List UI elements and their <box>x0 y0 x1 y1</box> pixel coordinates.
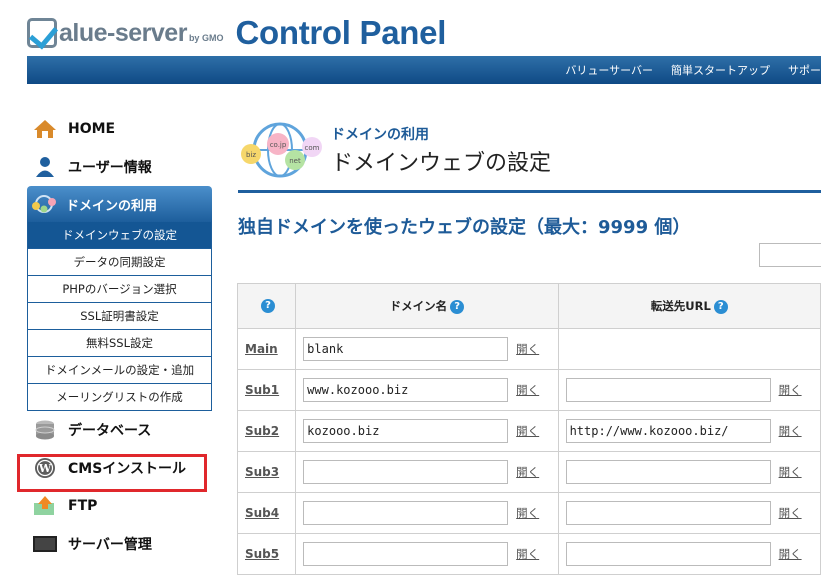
url-cell-empty <box>557 328 821 370</box>
row-name-link[interactable]: Sub4 <box>236 492 297 534</box>
user-icon <box>32 156 58 178</box>
house-icon <box>32 118 58 140</box>
icon-label-net: net <box>289 157 301 165</box>
domain-input[interactable] <box>303 337 509 361</box>
open-link[interactable]: 開く <box>779 382 802 398</box>
subnav-domain-web[interactable]: ドメインウェブの設定 <box>28 222 211 248</box>
sidebar-item-label: FTP <box>68 498 98 514</box>
sidebar-item-label: ユーザー情報 <box>68 160 152 176</box>
help-icon[interactable]: ? <box>713 299 728 314</box>
domain-globe-icon: biz co.jp net com <box>240 120 325 180</box>
sidebar-item-user-info[interactable]: ユーザー情報 <box>27 148 212 186</box>
row-name-link[interactable]: Sub3 <box>236 451 297 493</box>
domain-input[interactable] <box>303 501 509 525</box>
open-link[interactable]: 開く <box>516 423 539 439</box>
row-name-link[interactable]: Sub1 <box>236 369 297 411</box>
domain-column-header: ドメイン名? <box>295 283 559 329</box>
nav-support[interactable]: サポー <box>788 62 821 78</box>
sidebar-item-label: データベース <box>68 423 152 439</box>
nav-value-server[interactable]: バリューサーバー <box>565 62 653 78</box>
domain-input[interactable] <box>303 542 509 566</box>
open-link[interactable]: 開く <box>516 464 539 480</box>
sidebar-item-home[interactable]: HOME <box>27 110 212 148</box>
logo-check-icon <box>27 18 57 48</box>
sidebar-item-ftp[interactable]: FTP <box>27 487 212 525</box>
search-input[interactable] <box>759 243 821 267</box>
subnav-domain-mail[interactable]: ドメインメールの設定・追加 <box>28 356 211 383</box>
row-name-link[interactable]: Main <box>236 328 297 370</box>
subnav-ssl-cert[interactable]: SSL証明書設定 <box>28 302 211 329</box>
table-row: Sub2 開く 開く <box>236 410 821 452</box>
domain-subnav: ドメインウェブの設定 データの同期設定 PHPのバージョン選択 SSL証明書設定… <box>27 222 212 411</box>
monitor-icon <box>32 533 58 555</box>
domain-input[interactable] <box>303 460 509 484</box>
subnav-data-sync[interactable]: データの同期設定 <box>28 248 211 275</box>
section-title: 独自ドメインを使ったウェブの設定（最大：9999 個） <box>238 217 691 238</box>
sidebar: HOME ユーザー情報 ドメインの利用 ドメインウェブの設定 データの同期設定 … <box>27 110 212 563</box>
open-link[interactable]: 開く <box>516 382 539 398</box>
ftp-upload-icon <box>32 495 58 517</box>
nav-easy-startup[interactable]: 簡単スタートアップ <box>671 62 770 78</box>
row-name-link[interactable]: Sub5 <box>236 533 297 575</box>
url-column-header: 転送先URL? <box>557 283 821 329</box>
sidebar-item-domain-use[interactable]: ドメインの利用 <box>27 186 212 222</box>
sidebar-item-database[interactable]: データベース <box>27 411 212 449</box>
table-row: Sub4 開く 開く <box>236 492 821 534</box>
open-link[interactable]: 開く <box>516 341 539 357</box>
logo-gmo: by GMO <box>188 33 224 43</box>
logo[interactable]: alue-server by GMO Control Panel <box>27 14 446 52</box>
logo-text: alue-server <box>59 18 187 47</box>
row-name-link[interactable]: Sub2 <box>236 410 297 452</box>
icon-label-biz: biz <box>246 151 256 159</box>
help-icon[interactable]: ? <box>261 299 276 314</box>
top-nav: バリューサーバー 簡単スタートアップ サポー <box>565 56 821 84</box>
subnav-mailing-list[interactable]: メーリングリストの作成 <box>28 383 211 410</box>
sidebar-item-server-admin[interactable]: サーバー管理 <box>27 525 212 563</box>
open-link[interactable]: 開く <box>779 464 802 480</box>
subnav-free-ssl[interactable]: 無料SSL設定 <box>28 329 211 356</box>
domain-input[interactable] <box>303 419 509 443</box>
help-icon[interactable]: ? <box>450 299 465 314</box>
icon-label-com: com <box>305 144 320 152</box>
page-category: ドメインの利用 <box>331 127 429 143</box>
open-link[interactable]: 開く <box>779 505 802 521</box>
table-header-row: ? ドメイン名? 転送先URL? <box>236 283 821 329</box>
help-column-header: ? <box>236 283 297 329</box>
url-input[interactable] <box>565 542 771 566</box>
sidebar-item-label: HOME <box>68 121 116 137</box>
database-icon <box>32 419 58 441</box>
table-row: Sub3 開く 開く <box>236 451 821 493</box>
table-row: Sub5 開く 開く <box>236 533 821 575</box>
page-title: ドメインウェブの設定 <box>331 151 552 176</box>
table-row: Sub1 開く 開く <box>236 369 821 411</box>
url-input[interactable] <box>565 378 771 402</box>
open-link[interactable]: 開く <box>516 546 539 562</box>
domain-input[interactable] <box>303 378 509 402</box>
icon-label-cojp: co.jp <box>270 141 287 149</box>
open-link[interactable]: 開く <box>516 505 539 521</box>
cms-install-highlight <box>17 454 207 492</box>
domain-table: ? ドメイン名? 転送先URL? Main 開く Sub1 開く 開く Sub2… <box>236 283 821 575</box>
domain-globe-icon <box>30 193 58 215</box>
open-link[interactable]: 開く <box>779 546 802 562</box>
sidebar-item-label: サーバー管理 <box>68 537 152 553</box>
url-input[interactable] <box>565 501 771 525</box>
open-link[interactable]: 開く <box>779 423 802 439</box>
table-row: Main 開く <box>236 328 821 370</box>
app-title: Control Panel <box>235 14 447 51</box>
url-input[interactable] <box>565 419 771 443</box>
url-input[interactable] <box>565 460 771 484</box>
top-nav-bar: バリューサーバー 簡単スタートアップ サポー <box>27 56 821 84</box>
subnav-php-version[interactable]: PHPのバージョン選択 <box>28 275 211 302</box>
sidebar-item-label: ドメインの利用 <box>66 198 158 214</box>
title-rule <box>238 190 821 193</box>
